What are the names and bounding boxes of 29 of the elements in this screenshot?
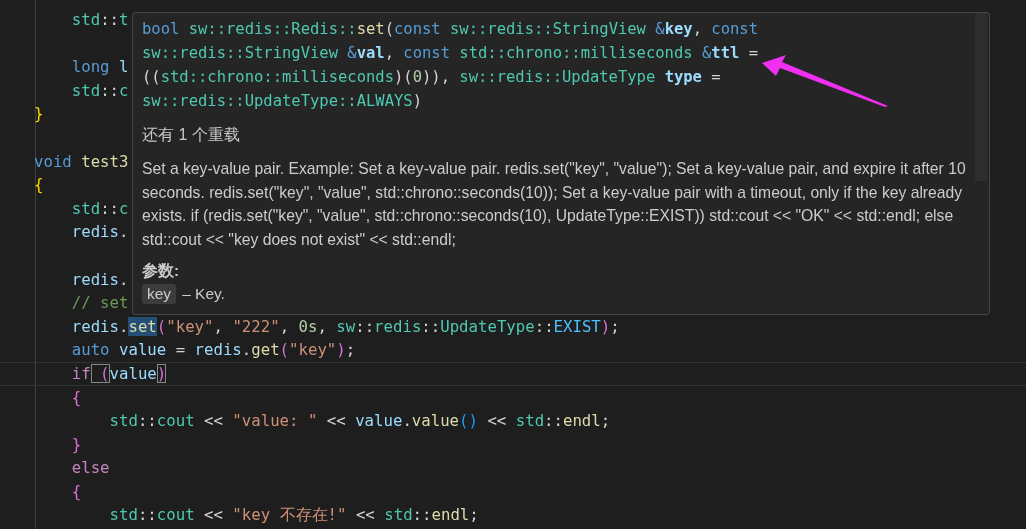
code-line: redis. (70, 269, 129, 289)
param-name: key (142, 283, 177, 304)
code-line: // set (70, 293, 129, 313)
code-line: } (34, 104, 44, 124)
code-line: else (70, 458, 110, 478)
description-text: Set a key-value pair. Example: Set a key-value pair. redis.set("key", "value"); Set a key-value pair, and expire it after 10 seconds. redis.set("key", "value", std::chrono::seconds(10)); Set a key-value pair with a timeout, only if the key already exists. if (redis.set("key", "value", std::chrono::seconds(10), UpdateType::EXIST)) std::cout << "OK" << std::endl; else std::cout << "key does not exist" << std::endl; (142, 159, 967, 251)
code-line: { (34, 175, 44, 195)
code-line: std::c (70, 80, 129, 100)
code-line: std::c (70, 198, 129, 218)
code-line: void test3 (34, 151, 129, 171)
code-line: auto value = redis.get("key"); (70, 340, 356, 360)
code-line: long l (70, 57, 129, 77)
params-heading: 参数: (142, 260, 180, 281)
signature-line: bool sw::redis::Redis::set(const sw::redis::StringView &key, const (142, 19, 758, 40)
scrollbar[interactable] (975, 13, 987, 181)
code-line: { (70, 387, 82, 407)
code-line: std::cout << "value: " << value.value() << std::endl; (108, 411, 611, 431)
code-line: if (value) (70, 363, 167, 383)
signature-line: ((std::chrono::milliseconds)(0)), sw::redis::UpdateType type = (142, 67, 721, 88)
signature-line: sw::redis::UpdateType::ALWAYS) (142, 91, 422, 112)
signature-line: sw::redis::StringView &val, const std::chrono::milliseconds &ttl = (142, 43, 758, 64)
overloads-note: 还有 1 个重载 (142, 125, 240, 145)
code-line: redis. (70, 222, 129, 242)
code-line: { (70, 481, 82, 501)
param-description: – Key. (182, 284, 225, 303)
code-line: redis.set("key", "222", 0s, sw::redis::UpdateType::EXIST); (70, 316, 620, 336)
code-line: std::t (70, 10, 129, 29)
code-line: } (70, 434, 82, 454)
code-line: std::cout << "key 不存在!" << std::endl; (108, 505, 479, 525)
